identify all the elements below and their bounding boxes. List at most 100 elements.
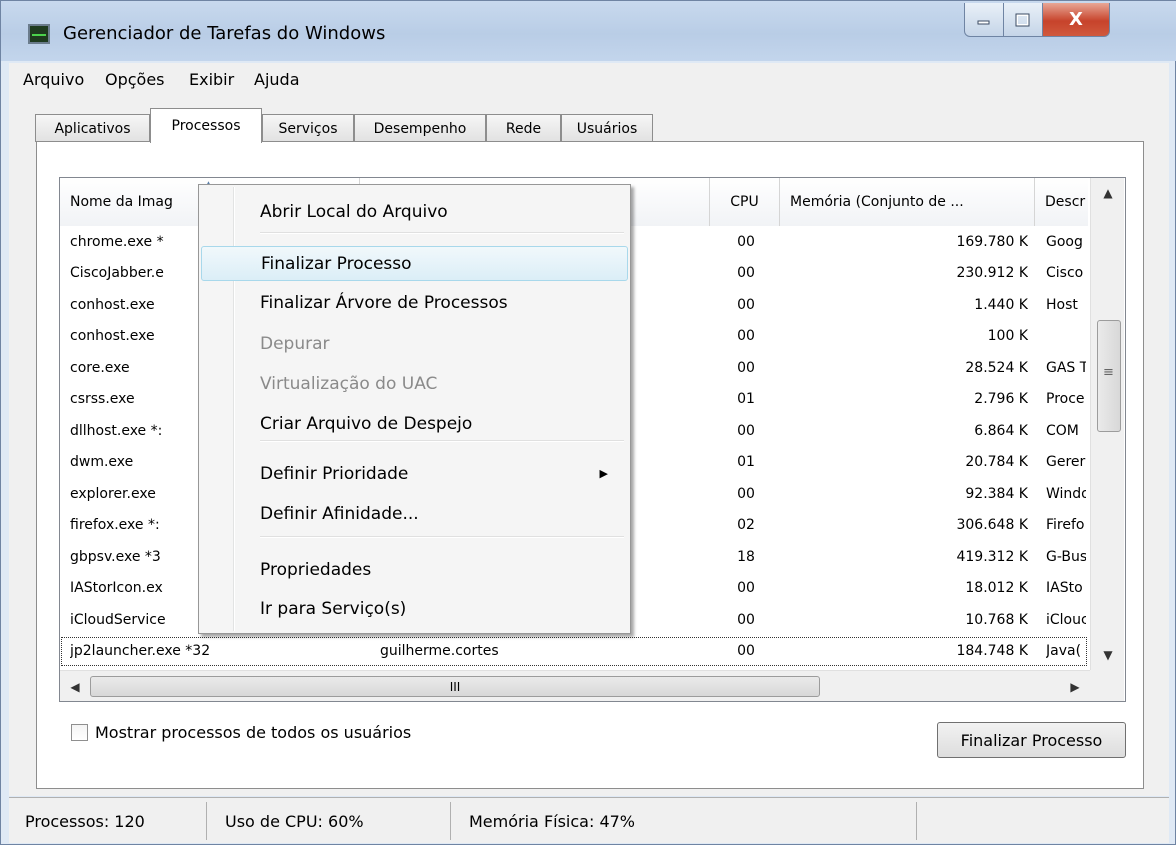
table-row[interactable]: jp2launcher.exe *32 guilherme.cortes 00 184… [60,636,1088,668]
context-menu-item: Depurar [201,326,628,361]
context-menu-item[interactable]: Finalizar Árvore de Processos [201,285,628,320]
cell-memory: 2.796 K [974,391,1028,408]
tab-processos[interactable]: Processos [150,108,262,143]
cell-memory: 184.748 K [956,643,1028,660]
maximize-icon [1015,13,1030,26]
context-menu-item: Virtualização do UAC [201,366,628,401]
cell-description: Goog [1046,233,1083,250]
scroll-up-arrow-icon[interactable]: ▲ [1091,178,1125,208]
cell-user: guilherme.cortes [380,643,499,660]
cell-memory: 1.440 K [974,296,1028,313]
status-empty [917,802,1147,840]
tab-rede[interactable]: Rede [486,114,561,142]
menu-separator [260,232,624,234]
cell-description: GAS T [1046,359,1086,376]
grip-icon: III [449,679,461,694]
status-processes: Processos: 120 [9,802,207,840]
scroll-left-arrow-icon[interactable]: ◀ [60,671,90,701]
context-menu-item[interactable]: Definir Prioridade ▶ [201,456,628,491]
end-process-button[interactable]: Finalizar Processo [937,722,1126,758]
cell-cpu: 01 [737,391,755,408]
context-menu-item[interactable]: Criar Arquivo de Despejo [201,406,628,441]
column-header-cpu[interactable]: CPU [710,178,780,226]
context-menu-item-label: Virtualização do UAC [260,373,438,394]
task-manager-window: Gerenciador de Tarefas do Windows X Arqu… [0,0,1176,845]
cell-cpu: 00 [737,233,755,250]
window-title: Gerenciador de Tarefas do Windows [63,23,386,44]
cell-description [1046,321,1086,353]
vertical-scrollbar[interactable]: ▲ ≡ ▼ [1090,178,1124,670]
minimize-button[interactable] [964,3,1004,37]
status-cpu: Uso de CPU: 60% [207,802,451,840]
cell-memory: 18.012 K [965,580,1028,597]
title-bar[interactable]: Gerenciador de Tarefas do Windows X [1,1,1176,61]
cell-cpu: 00 [737,422,755,439]
cell-memory: 28.524 K [965,359,1028,376]
task-manager-app-icon[interactable] [28,24,50,44]
context-menu: Abrir Local do Arquivo Finalizar Processo… [198,184,631,634]
close-icon: X [1069,9,1083,30]
tab-aplicativos[interactable]: Aplicativos [35,114,150,142]
cell-description: Java( [1046,643,1082,660]
column-header-description-label: Descr [1045,194,1086,210]
cell-description: COM [1046,422,1079,439]
cell-cpu: 18 [737,548,755,565]
show-all-users-checkbox[interactable] [71,724,88,741]
show-all-users-label[interactable]: Mostrar processos de todos os usuários [95,723,411,742]
cell-memory: 20.784 K [965,454,1028,471]
menu-arquivo[interactable]: Arquivo [23,70,84,89]
maximize-button[interactable] [1003,3,1043,37]
scroll-right-arrow-icon[interactable]: ▶ [1060,671,1090,701]
cell-memory: 419.312 K [956,548,1028,565]
context-menu-item-label: Finalizar Árvore de Processos [260,292,508,313]
column-header-memory[interactable]: Memória (Conjunto de ... [780,178,1035,226]
cell-description: iClouc [1046,611,1086,628]
context-menu-item[interactable]: Abrir Local do Arquivo [201,194,628,229]
context-menu-item-label: Finalizar Processo [261,253,412,274]
cell-description: Gerer [1046,454,1086,471]
context-menu-item[interactable]: Ir para Serviço(s) [201,591,628,626]
cell-memory: 306.648 K [956,517,1028,534]
cell-description: G-Bus [1046,548,1086,565]
cell-name: jp2launcher.exe *32 [70,643,211,660]
show-all-users-option[interactable]: Mostrar processos de todos os usuários [71,723,411,742]
tab-servicos[interactable]: Serviços [262,114,354,142]
menu-ajuda[interactable]: Ajuda [254,70,300,89]
cell-memory: 100 K [987,328,1028,345]
horizontal-scrollbar[interactable]: ◀ III ▶ [60,670,1090,701]
vertical-scroll-thumb[interactable]: ≡ [1097,320,1121,432]
cell-cpu: 00 [737,265,755,282]
context-menu-item-label: Propriedades [260,559,372,580]
horizontal-scroll-thumb[interactable]: III [90,676,820,697]
cell-memory: 6.864 K [974,422,1028,439]
menu-opcoes[interactable]: Opções [105,70,165,89]
context-menu-item[interactable]: Finalizar Processo [201,246,628,281]
cell-description: Windo [1046,485,1086,502]
cell-cpu: 00 [737,580,755,597]
context-menu-item-label: Abrir Local do Arquivo [260,201,448,222]
scroll-corner [1090,670,1124,701]
cell-description: Firefo [1046,517,1085,534]
cell-cpu: 01 [737,454,755,471]
close-button[interactable]: X [1042,3,1110,37]
cell-description: IASto [1046,580,1083,597]
status-memory: Memória Física: 47% [451,802,917,840]
context-menu-item[interactable]: Definir Afinidade... [201,496,628,531]
minimize-icon [977,20,990,24]
scroll-down-arrow-icon[interactable]: ▼ [1091,640,1125,670]
grip-icon: ≡ [1103,365,1114,380]
status-bar: Processos: 120 Uso de CPU: 60% Memória F… [9,797,1169,843]
context-menu-item[interactable]: Propriedades [201,552,628,587]
tab-usuarios[interactable]: Usuários [561,114,653,142]
cell-memory: 169.780 K [956,233,1028,250]
cell-cpu: 02 [737,517,755,534]
menu-exibir[interactable]: Exibir [189,70,234,89]
cell-cpu: 00 [737,328,755,345]
column-header-description[interactable]: Descr [1035,178,1088,226]
context-menu-item-label: Ir para Serviço(s) [260,598,407,619]
column-header-memory-label: Memória (Conjunto de ... [790,194,964,210]
context-menu-item-label: Depurar [260,333,330,354]
column-header-name-label: Nome da Imag [70,194,173,210]
context-menu-item-label: Criar Arquivo de Despejo [260,413,473,434]
tab-desempenho[interactable]: Desempenho [354,114,486,142]
